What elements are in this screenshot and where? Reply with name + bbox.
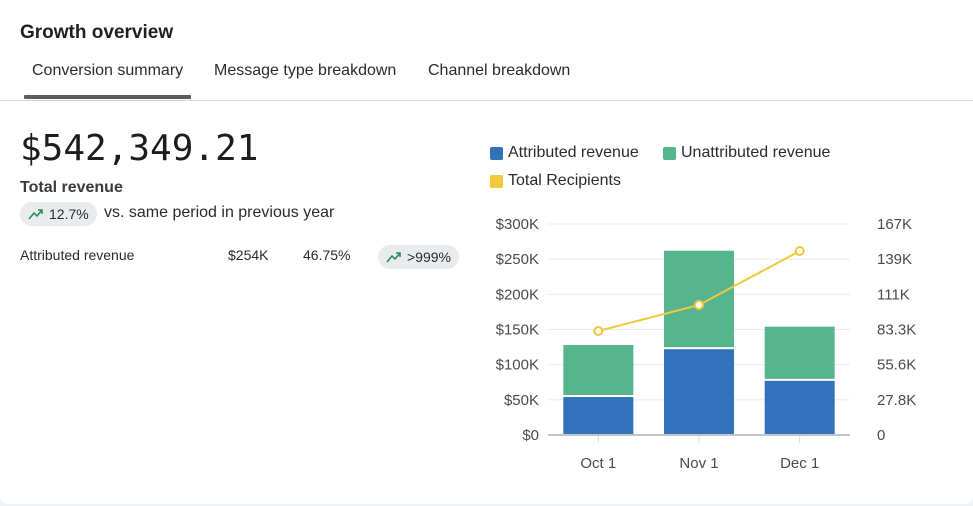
attributed-change-value: >999% — [407, 249, 451, 265]
line-total-recipients — [598, 250, 801, 332]
tab-bar: Conversion summary Message type breakdow… — [0, 58, 973, 101]
total-revenue-value: $542,349.21 — [20, 128, 259, 169]
bar-unattributed — [563, 344, 634, 396]
point-total-recipients — [794, 246, 805, 257]
legend-label: Total Recipients — [508, 172, 621, 189]
x-tick-label: Oct 1 — [580, 455, 616, 472]
y-left-tick-label: $250K — [496, 251, 539, 268]
point-total-recipients — [694, 299, 704, 310]
legend-swatch-unattributed — [663, 146, 676, 160]
y-right-tick-label: 83.3K — [877, 322, 916, 339]
attributed-row-value: $254K — [228, 247, 269, 263]
attributed-row-label: Attributed revenue — [20, 247, 135, 263]
legend-unattributed[interactable]: Unattributed revenue — [663, 144, 830, 162]
point-total-recipients — [593, 326, 604, 337]
y-right-tick-label: 0 — [877, 427, 885, 444]
trending-up-icon — [386, 252, 401, 263]
bar-attributed — [563, 397, 634, 435]
y-left-tick-label: $300K — [496, 216, 539, 233]
y-right-tick-label: 27.8K — [877, 392, 916, 409]
y-left-tick-label: $200K — [496, 286, 539, 303]
y-right-tick-label: 55.6K — [877, 357, 916, 374]
growth-overview-card: Growth overview Conversion summary Messa… — [0, 0, 973, 504]
total-revenue-label: Total revenue — [20, 179, 123, 196]
y-left-tick-label: $0 — [522, 427, 539, 444]
legend-swatch-attributed — [490, 146, 503, 160]
attributed-row-percent: 46.75% — [303, 247, 351, 263]
tab-message-type-breakdown[interactable]: Message type breakdown — [214, 62, 396, 80]
card-title: Growth overview — [20, 22, 174, 43]
x-tick-label: Nov 1 — [679, 455, 718, 472]
legend-label: Unattributed revenue — [681, 144, 831, 161]
change-badge: 12.7% — [20, 202, 97, 226]
tab-conversion-summary[interactable]: Conversion summary — [23, 62, 192, 99]
legend-attributed[interactable]: Attributed revenue — [490, 144, 639, 162]
y-right-tick-label: 111K — [877, 286, 910, 303]
attributed-change-badge: >999% — [378, 245, 459, 269]
x-tick-label: Dec 1 — [780, 455, 819, 472]
bar-unattributed — [664, 250, 734, 348]
bar-unattributed — [764, 326, 835, 379]
y-left-tick-label: $100K — [496, 357, 539, 374]
y-left-tick-label: $50K — [504, 392, 539, 409]
trending-up-icon — [28, 209, 43, 220]
bar-attributed — [764, 380, 835, 435]
legend-recipients[interactable]: Total Recipients — [490, 172, 621, 190]
y-right-tick-label: 167K — [877, 216, 912, 233]
y-right-tick-label: 139K — [877, 251, 912, 268]
change-badge-value: 12.7% — [49, 206, 89, 222]
legend-swatch-recipients — [490, 174, 503, 188]
bar-attributed — [664, 349, 734, 435]
tab-channel-breakdown[interactable]: Channel breakdown — [428, 62, 570, 80]
legend-label: Attributed revenue — [508, 144, 639, 161]
y-left-tick-label: $150K — [496, 322, 539, 339]
comparison-text: vs. same period in previous year — [104, 204, 335, 221]
